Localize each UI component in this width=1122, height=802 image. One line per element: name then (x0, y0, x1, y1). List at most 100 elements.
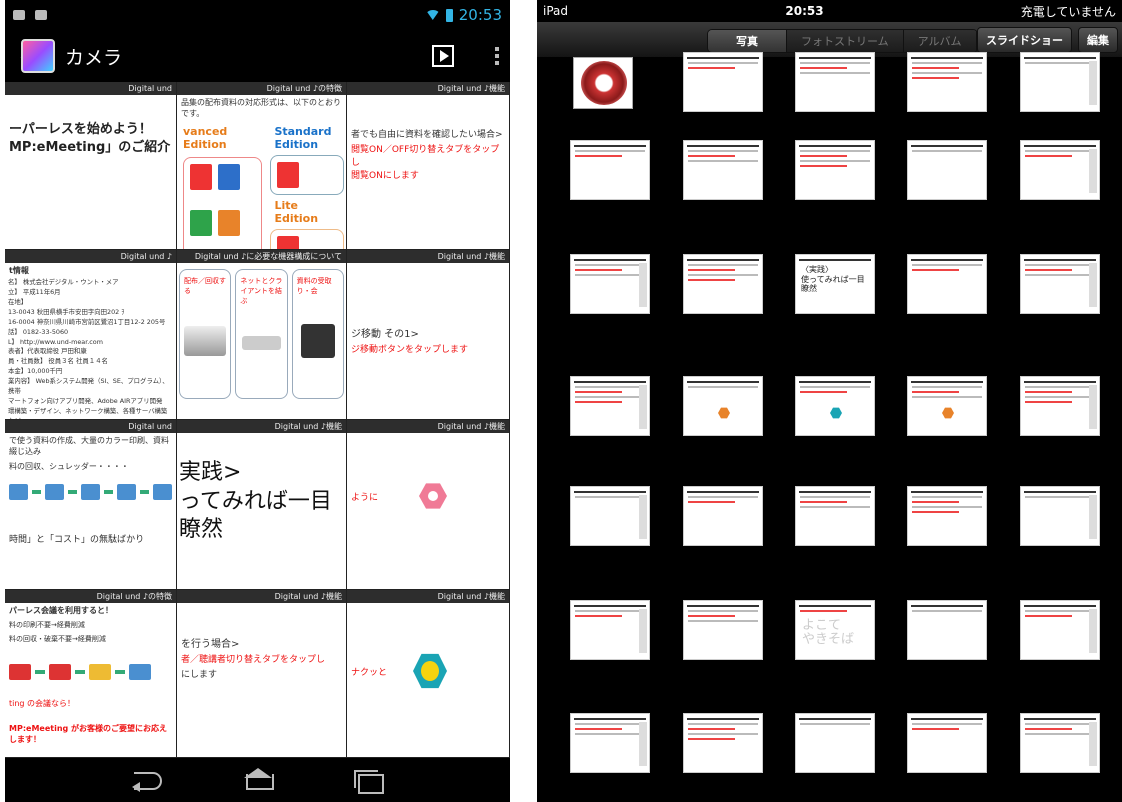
pdf-icon (190, 164, 212, 190)
notification-cat-icon (13, 10, 25, 20)
slide-text: 料の回収・破棄不要→経費削減 (9, 635, 106, 643)
photo-thumbnail[interactable] (683, 713, 763, 773)
back-icon[interactable] (128, 768, 168, 792)
photo-tile[interactable]: Digital und ♪機能 ように (347, 420, 510, 590)
photo-thumbnail[interactable] (907, 140, 987, 200)
photo-thumbnail[interactable]: 〈実践〉 使ってみれば一目瞭然 (795, 254, 875, 314)
screenshot-comparison: 20:53 〈 カメラ Digital und ーパーレスを始めよう！ MP:e… (0, 0, 1122, 802)
photo-thumbnail[interactable] (683, 52, 763, 112)
photo-thumbnail[interactable] (795, 52, 875, 112)
album-title: カメラ (65, 46, 123, 69)
photo-thumbnail[interactable] (795, 140, 875, 200)
photo-tile[interactable]: Digital und で使う資料の作成、大量のカラー印刷、資料綴じ込み 料の回… (5, 420, 177, 590)
ipad-photo-grid: 〈実践〉 使ってみれば一目瞭然 よこて やきそば (537, 52, 1122, 802)
photo-thumbnail[interactable] (570, 376, 650, 436)
slide-title-line: ってみれば一目瞭然 (179, 488, 332, 543)
gallery-app-icon[interactable] (21, 39, 55, 73)
home-icon[interactable] (238, 768, 278, 792)
photo-thumbnail[interactable] (1020, 600, 1100, 660)
photo-thumbnail[interactable] (570, 713, 650, 773)
photo-thumbnail[interactable] (1020, 486, 1100, 546)
photo-thumbnail[interactable] (683, 486, 763, 546)
play-icon[interactable] (432, 45, 454, 67)
photo-tile[interactable]: Digital und ♪機能 ジ移動 その1> ジ移動ボタンをタップします (347, 250, 510, 420)
notification-image-icon (35, 10, 47, 20)
photo-thumbnail[interactable] (907, 254, 987, 314)
photo-thumbnail[interactable] (795, 486, 875, 546)
photo-tile[interactable]: Digital und ♪機能 を行う場合> 者／聴講者切り替えタブをタップし … (177, 590, 347, 758)
company-info-row: 名】 株式会社デジタル・ウント・メア (8, 278, 119, 286)
photo-thumbnail[interactable]: よこて やきそば (795, 600, 875, 660)
slide-text: 配布／回収する (184, 277, 226, 295)
edit-button[interactable]: 編集 (1078, 26, 1118, 53)
recent-apps-icon[interactable] (348, 768, 388, 794)
pink-hexagon-icon (419, 483, 447, 509)
photo-thumbnail[interactable] (570, 486, 650, 546)
slide-header: Digital und ♪の特徴 (177, 82, 346, 95)
slide-text: で使う資料の作成、大量のカラー印刷、資料綴じ込み (9, 436, 169, 456)
photo-thumbnail[interactable] (570, 600, 650, 660)
slide-header: Digital und ♪機能 (347, 420, 509, 433)
slide-text: ting の会議なら！ (9, 699, 76, 708)
workflow-diagram (5, 646, 176, 698)
photo-tile[interactable]: Digital und ♪機能 者でも自由に資料を確認したい場合> 閲覧ON／O… (347, 82, 510, 250)
slide-text: パーレス会議を利用すると！ (9, 606, 113, 615)
segment-albums[interactable]: アルバム (903, 30, 977, 52)
ipad-photos-screen: iPad 20:53 充電していません 写真 フォトストリーム アルバム スライ… (537, 0, 1122, 802)
photo-thumbnail[interactable] (907, 376, 987, 436)
photo-tile[interactable]: Digital und ♪ t情報 名】 株式会社デジタル・ウント・メア 立】 平… (5, 250, 177, 420)
segment-photos[interactable]: 写真 (708, 30, 787, 52)
photo-thumbnail[interactable] (795, 376, 875, 436)
photo-thumbnail[interactable] (683, 600, 763, 660)
photo-tile[interactable]: Digital und ♪機能 ナクッと (347, 590, 510, 758)
photo-thumbnail[interactable] (907, 713, 987, 773)
slide-header: Digital und ♪機能 (347, 590, 509, 603)
word-icon (218, 164, 240, 190)
photo-thumbnail[interactable] (1020, 376, 1100, 436)
edition-label: Standard Edition (274, 125, 332, 151)
photo-thumbnail[interactable] (570, 254, 650, 314)
slide-text: MP:eMeeting がお客様のご要望にお応えします！ (9, 724, 168, 744)
wifi-icon (425, 10, 440, 20)
ipad-clock: 20:53 (785, 4, 824, 18)
slide-title-line: 実践> (179, 460, 242, 485)
photo-thumbnail[interactable] (1020, 713, 1100, 773)
photo-thumbnail[interactable] (1020, 254, 1100, 314)
powerpoint-icon (218, 210, 240, 236)
photo-thumbnail[interactable] (907, 600, 987, 660)
photo-thumbnail[interactable] (795, 713, 875, 773)
photo-thumbnail[interactable] (683, 140, 763, 200)
company-info-row: 表者】代表取締役 戸田和康 (8, 347, 87, 356)
photo-thumbnail[interactable] (1020, 140, 1100, 200)
photo-thumbnail[interactable] (1020, 52, 1100, 112)
ipad-status-bar: iPad 20:53 充電していません (537, 0, 1122, 22)
photo-thumbnail[interactable] (574, 58, 632, 108)
pdf-icon (277, 162, 300, 188)
photo-tile[interactable]: Digital und ♪に必要な機器構成について 配布／回収する ネットとクラ… (177, 250, 347, 420)
company-info-row: 話】 0182-33-5060 (8, 327, 69, 336)
photo-tile[interactable]: Digital und ♪機能 実践> ってみれば一目瞭然 (177, 420, 347, 590)
photo-tile[interactable]: Digital und ♪の特徴 パーレス会議を利用すると！ 料の印刷不要→経費… (5, 590, 177, 758)
edition-label: Lite Edition (274, 199, 319, 225)
photo-tile[interactable]: Digital und ーパーレスを始めよう！ MP:eMeeting」のご紹介 (5, 82, 177, 250)
overflow-menu-icon[interactable] (488, 47, 506, 65)
slideshow-button[interactable]: スライドショー (977, 26, 1072, 53)
photo-thumbnail[interactable] (907, 52, 987, 112)
slide-header: Digital und ♪ (5, 250, 176, 263)
company-info-row: 13-0043 秋田県横手市安田字向田202 ｦ (8, 307, 125, 316)
segment-photostream[interactable]: フォトストリーム (787, 30, 904, 52)
slide-title: よこて やきそば (802, 618, 855, 648)
photo-thumbnail[interactable] (570, 140, 650, 200)
monitor-image (184, 326, 227, 356)
up-navigation-icon[interactable]: 〈 (9, 42, 29, 71)
photo-tile[interactable]: Digital und ♪の特徴 品集の配布資料の対応形式は、以下のとおりです。… (177, 82, 347, 250)
android-gallery-screen: 20:53 〈 カメラ Digital und ーパーレスを始めよう！ MP:e… (5, 0, 510, 802)
slide-text: ネットとクライアントを結ぶ (240, 277, 283, 305)
slide-title: 〈実践〉 使ってみれば一目瞭然 (801, 265, 865, 294)
photo-thumbnail[interactable] (683, 376, 763, 436)
slide-text: ジ移動ボタンをタップします (351, 345, 469, 355)
photo-thumbnail[interactable] (683, 254, 763, 314)
slide-text: 閲覧ONにします (351, 171, 419, 181)
device-label: iPad (543, 4, 569, 18)
photo-thumbnail[interactable] (907, 486, 987, 546)
